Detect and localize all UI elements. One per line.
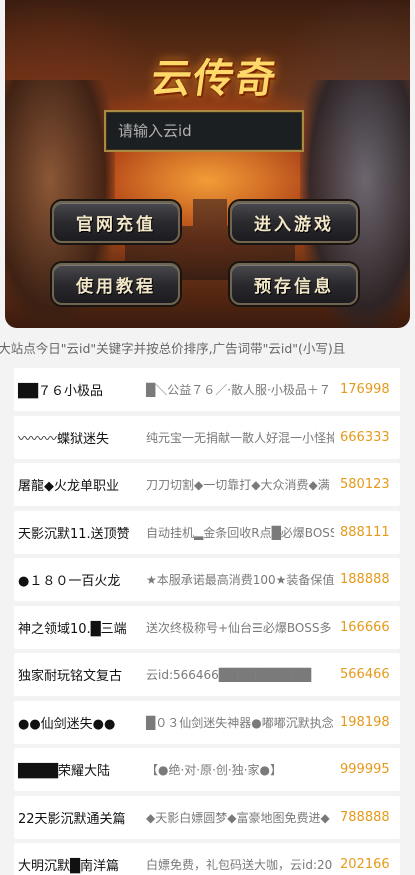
server-cloud-id: 176998 [340,382,390,397]
server-name: 22天影沉默通关篇 [18,811,126,827]
server-desc: 纯元宝一无捐献一散人好混一小怪掉 [146,430,334,445]
server-name: ██７６小极品 [18,384,103,399]
server-cloud-id: 198198 [340,714,390,730]
server-cloud-id: 666333 [340,429,390,445]
server-name: ●１８０一百火龙 [18,574,121,589]
server-row[interactable]: 神之领域10.█三端 送次终极称号+仙台☰必爆BOSS多 166666 [14,605,400,649]
server-name: 〰〰〰蝶狱迷失 [18,431,110,447]
tutorial-button[interactable]: 使用教程 [52,263,180,305]
server-desc: 送次终极称号+仙台☰必爆BOSS多 [146,620,332,635]
server-row[interactable]: ●●仙剑迷失●● █０３仙剑迷失神器●嘟嘟沉默执念 198198 [14,700,400,744]
server-cloud-id: 166666 [340,619,390,635]
server-cloud-id: 999995 [340,762,390,777]
server-name: 屠龍◆火龙单职业 [18,479,119,494]
announcement-ticker: §大站点今日"云id"关键字并按总价排序,广告词带"云id"(小写)且 [0,336,415,362]
ticker-text: §大站点今日"云id"关键字并按总价排序,广告词带"云id"(小写)且 [0,341,346,356]
server-list: ██７６小极品 █＼公益７６／·散人服·小极品＋７ 176998 〰〰〰蝶狱迷失… [14,368,400,875]
server-desc: █＼公益７６／·散人服·小极品＋７ [146,383,331,397]
server-row[interactable]: ██７６小极品 █＼公益７６／·散人服·小极品＋７ 176998 [14,368,400,411]
server-row[interactable]: 天影沉默11.送顶赞 自动挂机▂金条回收R点█必爆BOSS 888111 [14,510,400,554]
enter-game-button[interactable]: 进入游戏 [230,201,358,243]
server-cloud-id: 188888 [340,572,390,587]
server-cloud-id: 580123 [340,477,390,492]
server-name: 神之领域10.█三端 [18,621,127,637]
server-desc: 【●绝·对·原·创·独·家●】 [146,763,283,777]
server-cloud-id: 566466 [340,667,390,682]
cloud-id-search-input[interactable] [104,110,304,152]
server-name: 大明沉默█南洋篇 [18,859,119,874]
server-cloud-id: 202166 [340,857,390,872]
server-row[interactable]: ●１８０一百火龙 ★本服承诺最高消费100★装备保值 188888 [14,558,400,601]
server-desc: ◆天影白嫖圆梦◆富豪地图免费进◆ [146,810,330,825]
server-name: 独家耐玩铭文复古 [18,669,123,684]
server-desc: 云id:566466██████████ [146,668,312,682]
server-row[interactable]: 大明沉默█南洋篇 白嫖免费，礼包码送大咖，云id:20 202166 [14,843,400,875]
server-cloud-id: 788888 [340,809,390,825]
server-name: ●●仙剑迷失●● [18,716,116,732]
server-row[interactable]: ████荣耀大陆 【●绝·对·原·创·独·家●】 999995 [14,748,400,791]
server-row[interactable]: 屠龍◆火龙单职业 刀刀切割◆一切靠打◆大众消费◆满 580123 [14,463,400,506]
game-logo: 云传奇 [148,55,281,102]
server-desc: █０３仙剑迷失神器●嘟嘟沉默执念 [146,715,334,730]
server-desc: ★本服承诺最高消费100★装备保值 [146,573,334,587]
server-row[interactable]: 22天影沉默通关篇 ◆天影白嫖圆梦◆富豪地图免费进◆ 788888 [14,795,400,839]
server-row[interactable]: 〰〰〰蝶狱迷失 纯元宝一无捐献一散人好混一小怪掉 666333 [14,415,400,459]
server-name: ████荣耀大陆 [18,764,110,779]
server-desc: 自动挂机▂金条回收R点█必爆BOSS [146,525,334,540]
server-cloud-id: 888111 [340,524,390,540]
server-desc: 刀刀切割◆一切靠打◆大众消费◆满 [146,478,330,492]
recharge-button[interactable]: 官网充值 [52,201,180,243]
presave-info-button[interactable]: 预存信息 [230,263,358,305]
server-desc: 白嫖免费，礼包码送大咖，云id:20 [146,858,333,872]
server-row[interactable]: 独家耐玩铭文复古 云id:566466██████████ 566466 [14,653,400,696]
server-name: 天影沉默11.送顶赞 [18,526,130,542]
